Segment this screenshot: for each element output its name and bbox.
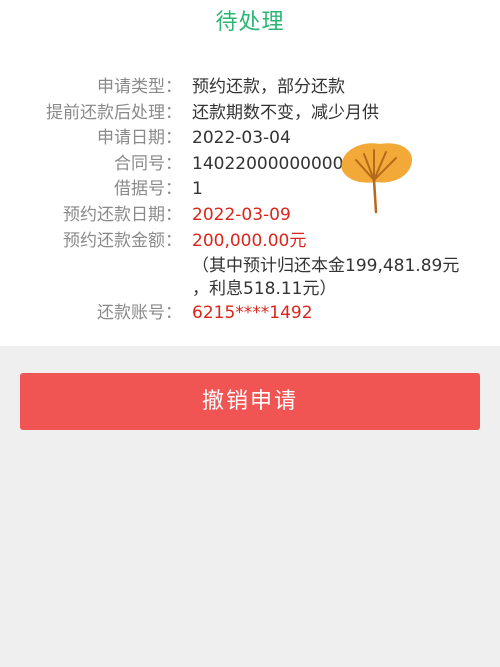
- label-scheduled-date: 预约还款日期：: [63, 205, 182, 225]
- label-contract-number: 合同号：: [114, 154, 182, 174]
- label-loan-receipt: 借据号：: [114, 179, 182, 199]
- value-post-prepayment: 还款期数不变，减少月供: [192, 103, 379, 123]
- label-repayment-account: 还款账号：: [97, 303, 182, 323]
- value-scheduled-amount: 200,000.00元: [192, 231, 307, 251]
- detail-card: 待处理 申请类型： 预约还款，部分还款 提前还款后处理： 还款期数不变，减少月供…: [0, 0, 500, 346]
- label-application-type: 申请类型：: [97, 77, 182, 97]
- label-post-prepayment: 提前还款后处理：: [46, 103, 182, 123]
- label-application-date: 申请日期：: [97, 128, 182, 148]
- label-scheduled-amount: 预约还款金额：: [63, 231, 182, 251]
- ginkgo-leaf-icon: [341, 143, 413, 214]
- value-application-type: 预约还款，部分还款: [192, 77, 345, 97]
- status-label: 待处理: [215, 10, 285, 35]
- amount-note-line2: ，利息518.11元）: [192, 279, 337, 299]
- amount-note-line1: （其中预计归还本金199,481.89元: [192, 256, 460, 276]
- cropped-header-text: [0, 0, 500, 2]
- cancel-application-button[interactable]: 撤销申请: [20, 373, 480, 430]
- value-repayment-account: 6215****1492: [192, 303, 313, 323]
